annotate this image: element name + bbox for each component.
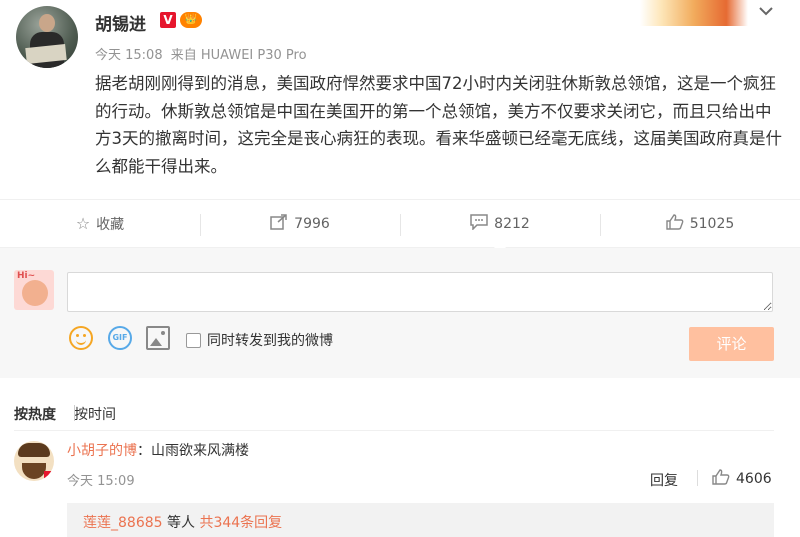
post-time[interactable]: 今天 15:08 bbox=[95, 48, 163, 63]
favorite-button[interactable]: ☆ 收藏 bbox=[0, 200, 200, 247]
comment-time: 今天 15:09 bbox=[67, 474, 135, 489]
post-action-bar: ☆ 收藏 7996 8212 51025 bbox=[0, 199, 800, 248]
divider bbox=[697, 470, 698, 486]
my-avatar: Hi~ bbox=[14, 270, 54, 310]
post-source: 来自 HUAWEI P30 Pro bbox=[170, 48, 307, 63]
avatar-face bbox=[22, 280, 48, 306]
sub-reply-user[interactable]: 莲莲_88685 bbox=[83, 515, 163, 531]
comment-icon bbox=[470, 213, 488, 234]
commenter-avatar[interactable] bbox=[14, 441, 54, 481]
comment-button[interactable]: 8212 bbox=[400, 200, 600, 247]
divider bbox=[74, 405, 75, 421]
commenter-badge-icon bbox=[44, 471, 54, 479]
divider bbox=[14, 430, 774, 431]
avatar-head bbox=[39, 14, 55, 32]
repost-count: 7996 bbox=[294, 215, 330, 232]
comment-like-count: 4606 bbox=[736, 471, 772, 487]
comment-body: 小胡子的博：山雨欲来风满楼 bbox=[67, 440, 249, 460]
decoration-banner bbox=[640, 0, 748, 26]
post-content: 据老胡刚刚得到的消息，美国政府悍然要求中国72小时内关闭驻休斯敦总领馆，这是一个… bbox=[95, 74, 782, 176]
comment-text: ：山雨欲来风满楼 bbox=[137, 443, 249, 459]
repost-icon bbox=[270, 213, 288, 234]
comment-like-button[interactable]: 4606 bbox=[712, 469, 772, 489]
post-meta: 今天 15:08 来自 HUAWEI P30 Pro bbox=[95, 44, 311, 63]
gif-icon[interactable]: GIF bbox=[108, 326, 132, 350]
emoji-icon[interactable] bbox=[69, 326, 93, 350]
sub-reply-text: 等人 bbox=[162, 515, 200, 531]
chevron-down-icon[interactable] bbox=[752, 2, 780, 22]
tab-sort-hot[interactable]: 按热度 bbox=[14, 404, 56, 424]
comment-count: 8212 bbox=[494, 215, 530, 232]
avatar-hair bbox=[18, 443, 50, 457]
forward-option[interactable]: 同时转发到我的微博 bbox=[186, 330, 333, 350]
sub-reply-total[interactable]: 共344条回复 bbox=[199, 515, 282, 531]
thumbs-up-icon bbox=[712, 469, 730, 489]
author-avatar[interactable] bbox=[16, 6, 78, 68]
verified-badge-icon[interactable]: V bbox=[160, 12, 176, 28]
sub-reply-summary[interactable]: 莲莲_88685 等人 共344条回复 bbox=[67, 503, 774, 537]
comment-compose-area: Hi~ GIF bbox=[0, 248, 800, 378]
like-count: 51025 bbox=[689, 215, 735, 232]
forward-checkbox[interactable] bbox=[186, 332, 201, 348]
avatar-text: Hi~ bbox=[17, 271, 36, 281]
comment-sort-tabs: 按热度 按时间 bbox=[14, 404, 116, 424]
reply-button[interactable]: 回复 bbox=[650, 470, 678, 490]
author-name[interactable]: 胡锡进 bbox=[95, 10, 146, 35]
submit-comment-button[interactable]: 评论 bbox=[689, 327, 774, 361]
commenter-name[interactable]: 小胡子的博 bbox=[67, 443, 137, 459]
favorite-label: 收藏 bbox=[96, 216, 125, 233]
comment-input[interactable] bbox=[67, 272, 773, 312]
image-icon[interactable] bbox=[146, 326, 170, 350]
member-badge-icon[interactable]: 👑 bbox=[180, 12, 202, 28]
forward-label: 同时转发到我的微博 bbox=[207, 333, 333, 349]
tab-sort-time[interactable]: 按时间 bbox=[74, 404, 116, 424]
like-button[interactable]: 51025 bbox=[600, 200, 800, 247]
thumbs-up-icon bbox=[666, 213, 684, 234]
repost-button[interactable]: 7996 bbox=[200, 200, 400, 247]
star-icon: ☆ bbox=[75, 214, 91, 233]
avatar-beard bbox=[22, 463, 46, 479]
